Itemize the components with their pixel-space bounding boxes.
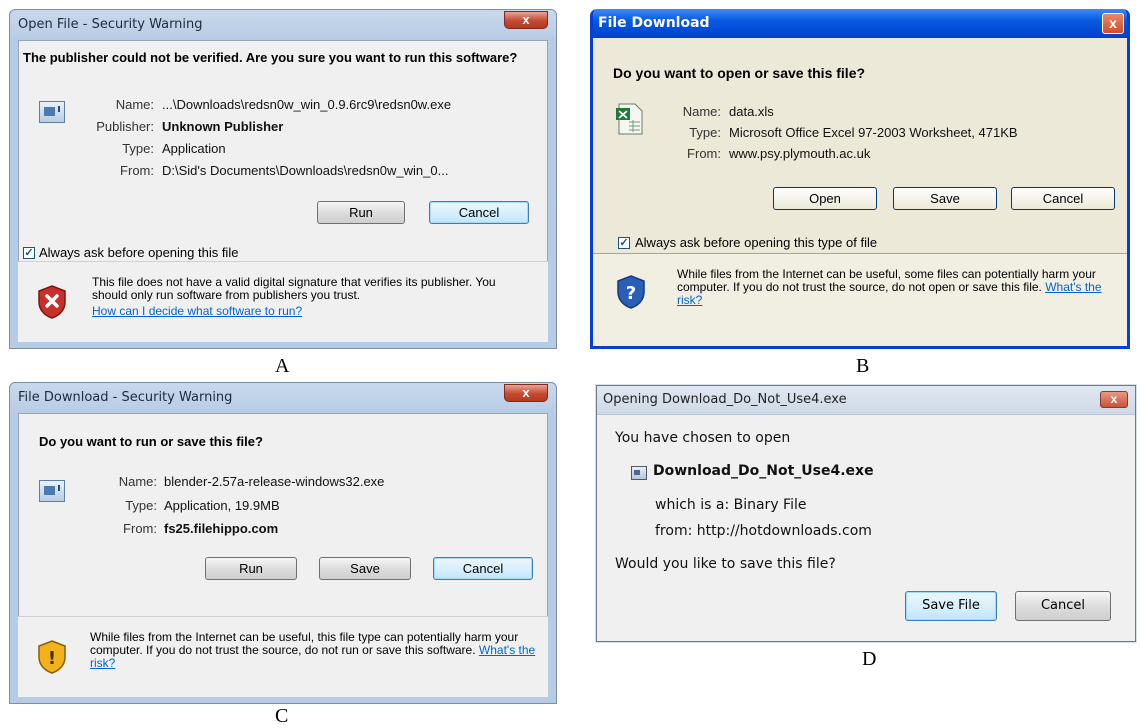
dialog-title: Opening Download_Do_Not_Use4.exe [603,392,847,407]
help-link[interactable]: How can I decide what software to run? [92,304,302,318]
save-button[interactable]: Save [893,187,997,210]
run-button[interactable]: Run [205,557,297,580]
cancel-button[interactable]: Cancel [429,201,529,224]
file-type-text: which is a: Binary File [655,497,807,513]
cancel-button[interactable]: Cancel [433,557,533,580]
warning-message: While files from the Internet can be use… [90,630,519,657]
field-label: Type: [125,498,157,513]
field-value: Unknown Publisher [162,119,284,134]
field-label: Type: [689,125,721,140]
question-text: The publisher could not be verified. Are… [23,50,518,65]
field-label: Name: [118,474,157,489]
field-value: Application [162,141,226,156]
titlebar[interactable]: Opening Download_Do_Not_Use4.exe x [597,386,1135,415]
warning-text: This file does not have a valid digital … [92,275,496,302]
field-value: www.psy.plymouth.ac.uk [729,146,871,161]
titlebar[interactable]: File Download - Security Warning x [10,383,556,413]
caption-c: C [275,705,289,727]
always-ask-checkbox[interactable]: ✓ [618,237,630,249]
caption-b: B [856,355,870,377]
warning-text: While files from the Internet can be use… [90,631,540,670]
dialog-title: Open File - Security Warning [18,17,203,32]
blue-shield-question-icon: ? [617,275,645,309]
intro-text: You have chosen to open [615,430,791,446]
dialog-c: File Download - Security Warning x Do yo… [9,382,557,704]
field-label: From: [123,521,157,536]
field-value: ...\Downloads\redsn0w_win_0.9.6rc9\redsn… [162,97,452,112]
warning-footer: This file does not have a valid digital … [18,261,548,342]
field-label: Name: [682,104,721,119]
field-value: Microsoft Office Excel 97-2003 Worksheet… [729,125,1018,140]
red-shield-x-icon [38,285,66,319]
field-value: fs25.filehippo.com [164,521,279,536]
cancel-button[interactable]: Cancel [1015,591,1111,621]
question-text: Do you want to run or save this file? [39,434,263,449]
save-file-button[interactable]: Save File [905,591,997,621]
field-label: From: [120,163,154,178]
dialog-title: File Download [598,15,710,31]
titlebar[interactable]: Open File - Security Warning x [10,10,556,40]
field-label: Name: [115,97,154,112]
caption-a: A [275,355,290,377]
field-value: blender-2.57a-release-windows32.exe [164,474,385,489]
titlebar[interactable]: File Download x [593,9,1127,38]
cancel-button[interactable]: Cancel [1011,187,1115,210]
field-label: Type: [122,141,154,156]
caption-d: D [862,648,877,670]
warning-message: While files from the Internet can be use… [677,267,1096,294]
dialog-a: Open File - Security Warning x The publi… [9,9,557,349]
field-value: data.xls [729,104,774,119]
question-text: Would you like to save this file? [615,556,836,572]
warning-footer: ? While files from the Internet can be u… [593,253,1127,346]
checkbox-label[interactable]: Always ask before opening this type of f… [635,235,877,250]
warning-footer: ! While files from the Internet can be u… [18,616,548,697]
dialog-title: File Download - Security Warning [18,390,233,405]
field-label: From: [687,146,721,161]
close-button[interactable]: x [1102,13,1124,34]
yellow-shield-exclamation-icon: ! [38,640,66,674]
file-icon [631,466,647,480]
warning-text: While files from the Internet can be use… [677,268,1117,307]
close-button[interactable]: x [1100,391,1128,408]
field-value: D:\Sid's Documents\Downloads\redsn0w_win… [162,163,449,178]
svg-text:?: ? [626,283,636,304]
file-source-text: from: http://hotdownloads.com [655,523,872,539]
checkbox-label[interactable]: Always ask before opening this file [39,245,238,260]
run-button[interactable]: Run [317,201,405,224]
close-button[interactable]: x [504,11,548,29]
question-text: Do you want to open or save this file? [613,65,866,81]
field-label: Publisher: [96,119,154,134]
dialog-d: Opening Download_Do_Not_Use4.exe x You h… [596,385,1136,642]
svg-text:!: ! [48,648,56,669]
close-button[interactable]: x [504,384,548,402]
open-button[interactable]: Open [773,187,877,210]
filename-text: Download_Do_Not_Use4.exe [653,463,874,479]
save-button[interactable]: Save [319,557,411,580]
always-ask-checkbox[interactable]: ✓ [23,247,35,259]
dialog-b: File Download x Do you want to open or s… [590,9,1130,349]
field-value: Application, 19.9MB [164,498,280,513]
